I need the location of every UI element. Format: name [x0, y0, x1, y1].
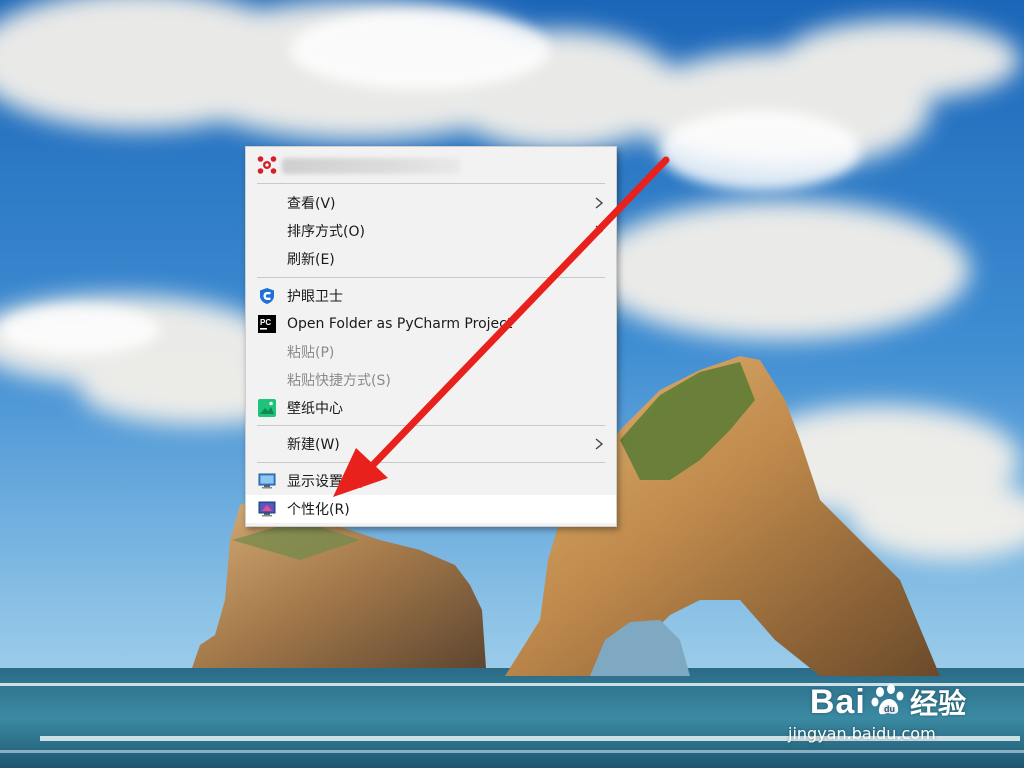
menu-item-paste[interactable]: 粘贴(P)	[246, 338, 616, 366]
menu-separator	[257, 425, 605, 426]
menu-item-label: Open Folder as PyCharm Project	[287, 316, 513, 332]
menu-item-label: 排序方式(O)	[287, 224, 365, 240]
menu-item-label: 新建(W)	[287, 437, 340, 453]
menu-header	[246, 147, 616, 183]
menu-item-eye-guard[interactable]: 护眼卫士	[246, 282, 616, 310]
blurred-title	[282, 158, 460, 174]
chevron-right-icon	[595, 438, 604, 450]
menu-item-view[interactable]: 查看(V)	[246, 189, 616, 217]
menu-item-label: 粘贴快捷方式(S)	[287, 373, 391, 389]
personalize-icon	[258, 500, 276, 518]
watermark-url: jingyan.baidu.com	[788, 724, 936, 743]
menu-item-open-pycharm[interactable]: PC Open Folder as PyCharm Project	[246, 310, 616, 338]
menu-item-label: 护眼卫士	[287, 289, 343, 305]
desktop-context-menu: 查看(V) 排序方式(O) 刷新(E) 护眼卫士 PC Open Folder …	[245, 146, 617, 527]
menu-item-refresh[interactable]: 刷新(E)	[246, 245, 616, 273]
baidu-watermark: Bai du 经验	[810, 682, 966, 722]
chevron-right-icon	[595, 225, 604, 237]
menu-item-label: 显示设置(D)	[287, 474, 365, 490]
watermark-brand-cn: 经验	[909, 687, 966, 720]
menu-item-label: 个性化(R)	[287, 502, 350, 518]
paw-icon: du	[871, 683, 905, 717]
menu-separator	[257, 462, 605, 463]
menu-item-display-settings[interactable]: 显示设置(D)	[246, 467, 616, 495]
menu-item-new[interactable]: 新建(W)	[246, 430, 616, 458]
menu-separator	[257, 277, 605, 278]
menu-item-label: 粘贴(P)	[287, 345, 335, 361]
watermark-brand: Bai	[809, 683, 866, 721]
menu-item-paste-shortcut[interactable]: 粘贴快捷方式(S)	[246, 366, 616, 394]
svg-text:du: du	[884, 704, 895, 714]
pycharm-icon: PC	[258, 315, 276, 333]
wallpaper-icon	[258, 399, 276, 417]
svg-text:PC: PC	[260, 318, 271, 327]
menu-item-label: 查看(V)	[287, 196, 336, 212]
shield-icon	[258, 287, 276, 305]
menu-separator	[257, 183, 605, 184]
menu-item-personalize[interactable]: 个性化(R)	[246, 495, 616, 523]
display-icon	[258, 472, 276, 490]
menu-item-label: 刷新(E)	[287, 252, 335, 268]
chevron-right-icon	[595, 197, 604, 209]
menu-item-sort-by[interactable]: 排序方式(O)	[246, 217, 616, 245]
menu-item-wallpaper-center[interactable]: 壁纸中心	[246, 394, 616, 422]
app-flower-icon	[257, 155, 277, 175]
menu-item-label: 壁纸中心	[287, 401, 343, 417]
